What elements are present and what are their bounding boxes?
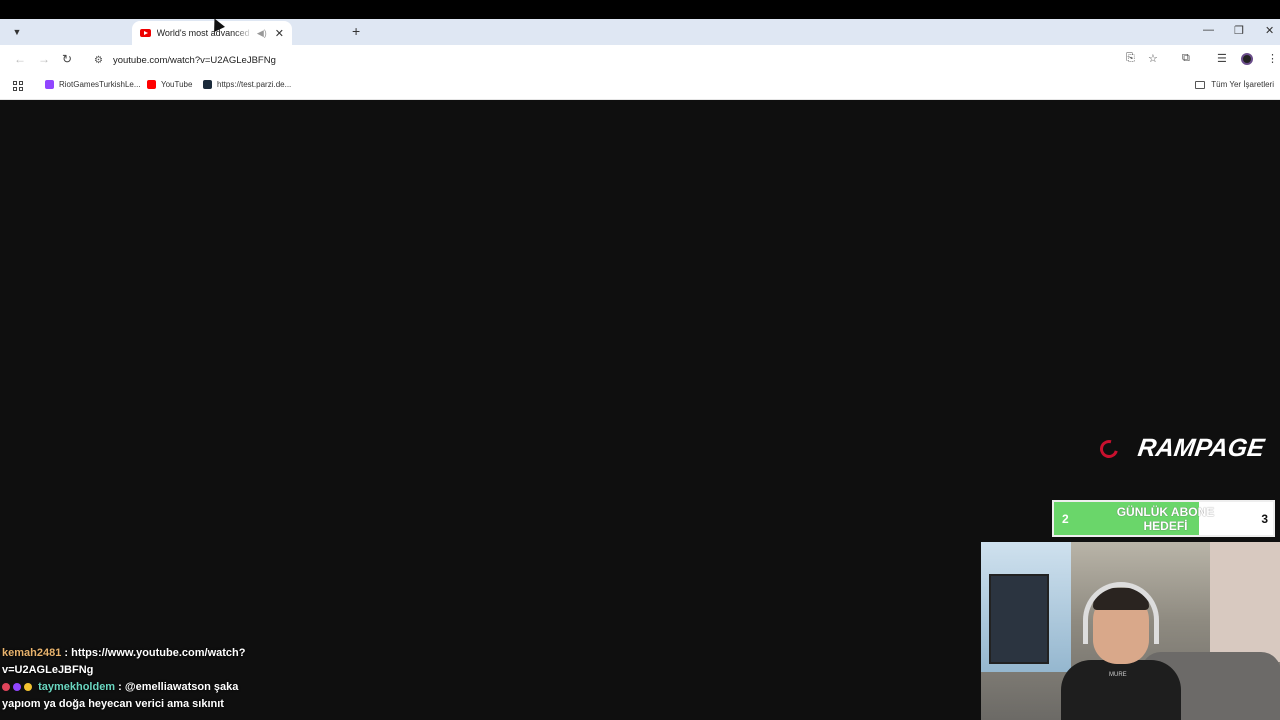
chat-overlay: kemah2481 : https://www.youtube.com/watc… bbox=[2, 645, 264, 713]
tab-title: World's most advanced rob bbox=[156, 28, 253, 38]
profile-avatar[interactable] bbox=[1241, 53, 1253, 65]
site-icon bbox=[203, 80, 212, 89]
rampage-logo: RAMPAGE bbox=[1096, 434, 1266, 463]
folder-icon bbox=[1195, 80, 1206, 89]
webcam-feed: MURE bbox=[981, 542, 1280, 720]
top-strip bbox=[0, 0, 1280, 19]
chat-message: taymekholdem : @emelliawatson şaka yapıo… bbox=[2, 679, 264, 713]
bookmark-label: RiotGamesTurkishLe... bbox=[59, 80, 141, 89]
bookmark-label: https://test.parzi.de... bbox=[217, 80, 292, 89]
url-text[interactable]: youtube.com/watch?v=U2AGLeJBFNg bbox=[113, 55, 276, 66]
address-bar[interactable]: ⚙ youtube.com/watch?v=U2AGLeJBFNg bbox=[86, 49, 1176, 71]
goal-current: 2 bbox=[1062, 512, 1069, 526]
bookmark-riotgames[interactable]: RiotGamesTurkishLe... bbox=[45, 80, 141, 89]
tab-close-button[interactable]: ✕ bbox=[275, 27, 284, 40]
sub-badge-icon bbox=[2, 683, 10, 692]
shirt-text: MURE bbox=[1109, 672, 1127, 678]
media-controls-icon[interactable]: ☰ bbox=[1217, 52, 1227, 65]
rampage-logo-icon bbox=[1096, 436, 1122, 461]
menu-icon[interactable]: ⋮ bbox=[1267, 52, 1278, 65]
speaker-icon[interactable]: ◀) bbox=[257, 28, 267, 39]
chevron-down-icon: ▼ bbox=[12, 27, 22, 37]
site-info-icon[interactable]: ⚙ bbox=[94, 55, 103, 66]
brand-text: RAMPAGE bbox=[1136, 434, 1266, 462]
goal-label: GÜNLÜK ABONE HEDEFİ bbox=[1116, 505, 1215, 533]
headset-icon bbox=[1083, 582, 1159, 644]
youtube-favicon-icon bbox=[140, 29, 151, 37]
subscriber-goal-widget: 2 GÜNLÜK ABONE HEDEFİ 3 bbox=[1052, 500, 1275, 537]
install-app-icon[interactable]: ⎘ bbox=[1126, 52, 1135, 65]
youtube-icon bbox=[147, 80, 156, 89]
new-tab-button[interactable]: + bbox=[352, 23, 360, 39]
chat-username: kemah2481 bbox=[2, 647, 62, 659]
toolbar: ← → ↻ ⚙ youtube.com/watch?v=U2AGLeJBFNg … bbox=[0, 45, 1280, 75]
chat-message: kemah2481 : https://www.youtube.com/watc… bbox=[2, 645, 264, 679]
mod-badge-icon bbox=[13, 683, 21, 692]
goal-target: 3 bbox=[1261, 512, 1268, 526]
close-window-button[interactable]: ✕ bbox=[1265, 24, 1274, 37]
bookmarks-bar: RiotGamesTurkishLe... YouTube https://te… bbox=[0, 75, 1280, 100]
back-button[interactable]: ← bbox=[14, 52, 26, 66]
bookmark-star-icon[interactable]: ☆ bbox=[1148, 52, 1158, 65]
all-bookmarks-label: Tüm Yer İşaretleri bbox=[1211, 80, 1274, 89]
bookmark-youtube[interactable]: YouTube bbox=[147, 80, 192, 89]
bits-badge-icon bbox=[24, 683, 32, 692]
tab-bar: ▼ World's most advanced rob ◀) ✕ + — ❐ ✕ bbox=[0, 19, 1280, 45]
chat-username: taymekholdem bbox=[38, 681, 116, 693]
twitch-icon bbox=[45, 80, 54, 89]
minimize-button[interactable]: — bbox=[1203, 24, 1214, 36]
extensions-icon[interactable]: ⧉ bbox=[1182, 52, 1190, 65]
bookmark-parzi[interactable]: https://test.parzi.de... bbox=[203, 80, 291, 89]
browser-window: ▼ World's most advanced rob ◀) ✕ + — ❐ ✕… bbox=[0, 19, 1280, 100]
tab-search-button[interactable]: ▼ bbox=[8, 24, 26, 40]
forward-button[interactable]: → bbox=[38, 52, 50, 66]
restore-button[interactable]: ❐ bbox=[1234, 24, 1244, 37]
apps-grid-icon[interactable] bbox=[13, 81, 23, 91]
reload-button[interactable]: ↻ bbox=[62, 52, 72, 66]
bookmark-label: YouTube bbox=[161, 80, 193, 89]
all-bookmarks[interactable]: Tüm Yer İşaretleri bbox=[1195, 80, 1274, 89]
